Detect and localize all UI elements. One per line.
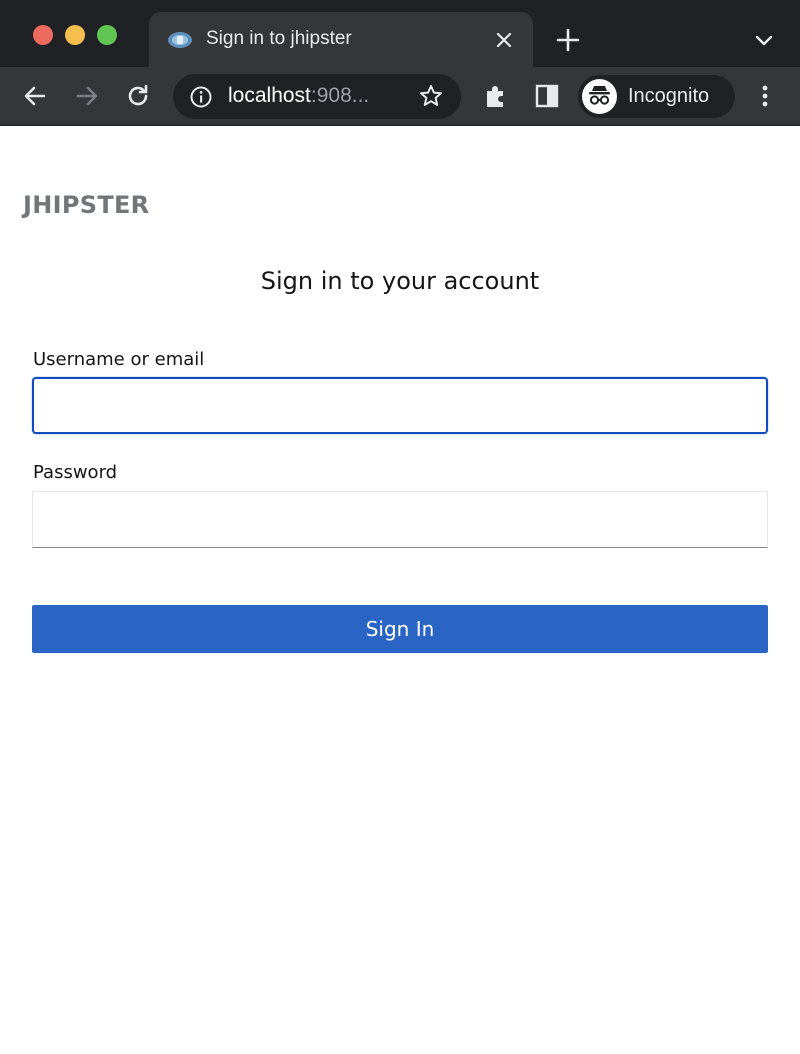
username-label: Username or email [33,349,205,370]
page-title: Sign in to your account [260,267,540,295]
password-label: Password [33,462,118,483]
url-text: localhost:908... [228,84,369,108]
jhipster-favicon-icon [168,32,192,48]
info-icon[interactable] [189,85,213,109]
side-panel-icon[interactable] [533,82,561,110]
reload-icon[interactable] [124,82,152,110]
star-icon[interactable] [418,83,444,109]
url-port: :908... [310,84,370,107]
tab-strip: Sign in to jhipster [0,0,800,67]
address-bar[interactable]: localhost:908... [173,74,461,119]
incognito-icon [582,79,617,114]
page-content: JHIPSTER Sign in to your account Usernam… [0,127,800,1054]
username-input[interactable] [32,377,768,434]
minimize-window-button[interactable] [65,25,85,45]
tab-active[interactable]: Sign in to jhipster [149,12,533,67]
close-icon[interactable] [493,29,515,51]
url-host: localhost [228,84,311,107]
plus-icon[interactable] [555,27,581,53]
close-window-button[interactable] [33,25,53,45]
sign-in-button[interactable]: Sign In [32,605,768,653]
zoom-window-button[interactable] [97,25,117,45]
incognito-label: Incognito [628,85,710,107]
brand-logo-text: JHIPSTER [23,191,150,219]
browser-toolbar: localhost:908... Incognito [0,67,800,126]
kebab-menu-icon[interactable] [755,82,775,110]
extensions-icon[interactable] [482,82,510,110]
back-arrow-icon[interactable] [21,82,49,110]
password-input[interactable] [32,491,768,548]
forward-arrow-icon[interactable] [73,82,101,110]
tab-title: Sign in to jhipster [206,28,352,49]
chevron-down-icon[interactable] [752,31,776,51]
incognito-profile-button[interactable]: Incognito [578,75,735,118]
browser-window: Sign in to jhipster localhost:908... Inc… [0,0,800,1054]
